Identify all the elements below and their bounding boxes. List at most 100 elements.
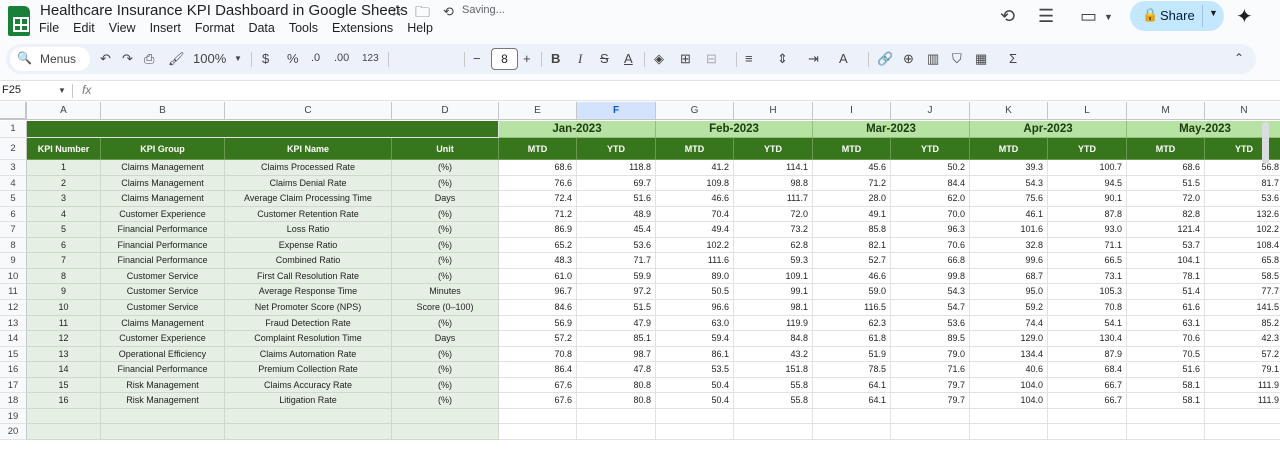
- zoom-select[interactable]: 100%: [193, 51, 226, 66]
- empty-cell[interactable]: [1048, 408, 1127, 425]
- ytd-value-cell[interactable]: 62.8: [734, 237, 813, 254]
- mtd-value-cell[interactable]: 61.6: [1127, 300, 1205, 316]
- kpi-name-cell[interactable]: Fraud Detection Rate: [225, 315, 392, 332]
- ytd-value-cell[interactable]: 56.8: [1205, 160, 1280, 176]
- mtd-value-cell[interactable]: 68.6: [1127, 160, 1205, 176]
- column-header-c[interactable]: C: [225, 102, 392, 120]
- ytd-value-cell[interactable]: 71.7: [577, 253, 656, 269]
- text-rotation-icon[interactable]: A: [839, 51, 848, 66]
- ytd-value-cell[interactable]: 45.4: [577, 222, 656, 238]
- unit-cell[interactable]: Minutes: [392, 284, 499, 300]
- empty-cell[interactable]: [813, 424, 891, 440]
- mtd-value-cell[interactable]: 50.4: [656, 377, 734, 394]
- empty-cell[interactable]: [1127, 424, 1205, 440]
- empty-cell[interactable]: [225, 424, 392, 440]
- ytd-value-cell[interactable]: 65.8: [1205, 253, 1280, 269]
- ytd-value-cell[interactable]: 53.6: [891, 315, 970, 332]
- ytd-value-cell[interactable]: 47.8: [577, 362, 656, 378]
- ytd-value-cell[interactable]: 132.6: [1205, 207, 1280, 223]
- ytd-value-cell[interactable]: 79.0: [891, 346, 970, 363]
- sheets-logo-icon[interactable]: [8, 6, 30, 36]
- ytd-value-cell[interactable]: 48.9: [577, 206, 656, 223]
- column-header-j[interactable]: J: [891, 102, 970, 120]
- row-header-5[interactable]: 5: [0, 191, 27, 207]
- empty-cell[interactable]: [392, 424, 499, 440]
- empty-cell[interactable]: [891, 408, 970, 425]
- ytd-value-cell[interactable]: 94.5: [1048, 175, 1127, 192]
- unit-cell[interactable]: (%): [392, 393, 499, 409]
- ytd-value-cell[interactable]: 55.8: [734, 393, 813, 409]
- ytd-value-cell[interactable]: 98.7: [577, 346, 656, 363]
- ytd-value-cell[interactable]: 66.8: [891, 253, 970, 269]
- mtd-value-cell[interactable]: 67.6: [499, 377, 577, 394]
- insert-link-icon[interactable]: 🔗: [877, 51, 893, 67]
- kpi-number-cell[interactable]: 10: [27, 300, 101, 316]
- version-history-icon[interactable]: ⟲: [1000, 6, 1015, 27]
- empty-cell[interactable]: [27, 408, 101, 425]
- mtd-value-cell[interactable]: 121.4: [1127, 222, 1205, 238]
- kpi-number-cell[interactable]: 6: [27, 237, 101, 254]
- mtd-value-cell[interactable]: 58.1: [1127, 393, 1205, 409]
- mtd-value-cell[interactable]: 51.5: [1127, 175, 1205, 192]
- row-header-15[interactable]: 15: [0, 346, 27, 363]
- mtd-value-cell[interactable]: 82.8: [1127, 206, 1205, 223]
- merge-cells-icon[interactable]: ⊟: [706, 51, 717, 67]
- kpi-number-cell[interactable]: 13: [27, 346, 101, 363]
- mtd-value-cell[interactable]: 53.5: [656, 362, 734, 378]
- mtd-value-cell[interactable]: 54.3: [970, 175, 1048, 192]
- percent-button[interactable]: %: [287, 51, 299, 66]
- kpi-name-cell[interactable]: Net Promoter Score (NPS): [225, 300, 392, 316]
- mtd-value-cell[interactable]: 95.0: [970, 284, 1048, 300]
- mtd-value-cell[interactable]: 61.8: [813, 331, 891, 347]
- font-size-decrease-icon[interactable]: −: [473, 51, 481, 66]
- ytd-value-cell[interactable]: 47.9: [577, 315, 656, 332]
- empty-cell[interactable]: [499, 424, 577, 440]
- row-header-19[interactable]: 19: [0, 408, 27, 425]
- kpi-group-cell[interactable]: Customer Service: [101, 284, 225, 300]
- mtd-value-cell[interactable]: 52.7: [813, 253, 891, 269]
- ytd-value-cell[interactable]: 66.7: [1048, 377, 1127, 394]
- empty-cell[interactable]: [499, 408, 577, 425]
- kpi-name-cell[interactable]: Combined Ratio: [225, 253, 392, 269]
- mtd-value-cell[interactable]: 64.1: [813, 393, 891, 409]
- document-title[interactable]: Healthcare Insurance KPI Dashboard in Go…: [40, 2, 408, 19]
- row-header-10[interactable]: 10: [0, 268, 27, 285]
- ytd-value-cell[interactable]: 151.8: [734, 362, 813, 378]
- mtd-value-cell[interactable]: 76.6: [499, 175, 577, 192]
- mtd-value-cell[interactable]: 78.1: [1127, 268, 1205, 285]
- empty-cell[interactable]: [101, 408, 225, 425]
- mtd-value-cell[interactable]: 32.8: [970, 237, 1048, 254]
- kpi-number-cell[interactable]: 15: [27, 377, 101, 394]
- empty-cell[interactable]: [970, 408, 1048, 425]
- mtd-value-cell[interactable]: 45.6: [813, 160, 891, 176]
- kpi-number-cell[interactable]: 9: [27, 284, 101, 300]
- mtd-value-cell[interactable]: 99.6: [970, 253, 1048, 269]
- mtd-value-cell[interactable]: 62.3: [813, 315, 891, 332]
- mtd-value-cell[interactable]: 53.7: [1127, 237, 1205, 254]
- ytd-value-cell[interactable]: 114.1: [734, 160, 813, 176]
- sync-icon[interactable]: ⟲: [443, 4, 454, 20]
- mtd-value-cell[interactable]: 74.4: [970, 315, 1048, 332]
- mtd-value-cell[interactable]: 65.2: [499, 237, 577, 254]
- kpi-name-cell[interactable]: First Call Resolution Rate: [225, 268, 392, 285]
- mtd-value-cell[interactable]: 56.9: [499, 315, 577, 332]
- column-header-a[interactable]: A: [27, 102, 101, 120]
- ytd-value-cell[interactable]: 99.8: [891, 268, 970, 285]
- italic-button[interactable]: I: [578, 51, 582, 67]
- row-header-6[interactable]: 6: [0, 206, 27, 223]
- filter-icon[interactable]: ⛉: [952, 51, 962, 67]
- kpi-number-cell[interactable]: 12: [27, 331, 101, 347]
- mtd-value-cell[interactable]: 64.1: [813, 377, 891, 394]
- mtd-value-cell[interactable]: 111.6: [656, 253, 734, 269]
- font-size-increase-icon[interactable]: +: [523, 51, 531, 66]
- unit-cell[interactable]: (%): [392, 253, 499, 269]
- ytd-value-cell[interactable]: 89.5: [891, 331, 970, 347]
- kpi-number-cell[interactable]: 1: [27, 160, 101, 176]
- ytd-value-cell[interactable]: 53.6: [577, 237, 656, 254]
- mtd-value-cell[interactable]: 46.1: [970, 206, 1048, 223]
- ytd-value-cell[interactable]: 57.2: [1205, 347, 1280, 363]
- empty-cell[interactable]: [891, 424, 970, 440]
- kpi-group-cell[interactable]: Financial Performance: [101, 222, 225, 238]
- redo-icon[interactable]: ↷: [122, 51, 133, 67]
- ytd-value-cell[interactable]: 111.9: [1205, 393, 1280, 409]
